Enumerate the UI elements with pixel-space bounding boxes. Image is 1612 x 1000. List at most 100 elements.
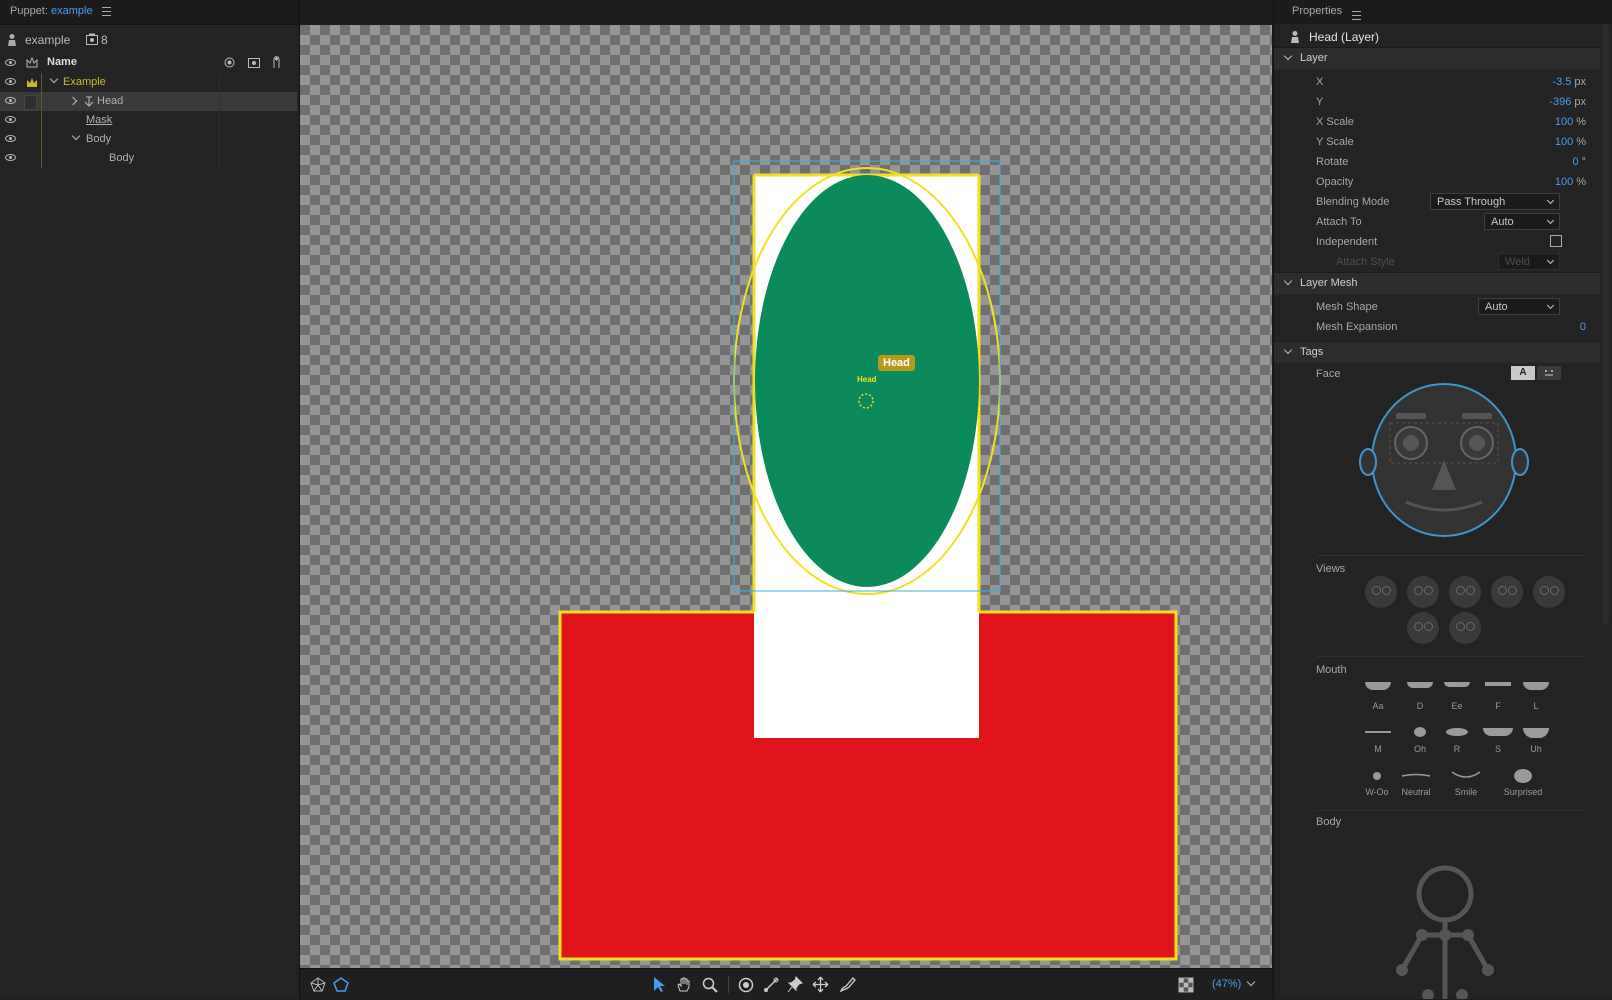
left-eyebrow-tag[interactable] [1396,413,1426,419]
zoom-tool-icon[interactable] [702,977,718,993]
attach-to-select[interactable]: Auto [1484,213,1560,230]
blending-mode-select[interactable]: Pass Through [1430,193,1560,210]
left-elbow-tag[interactable] [1396,964,1408,976]
left-hip-tag[interactable] [1422,989,1434,999]
visibility-eye-icon[interactable] [5,116,16,123]
divider [1316,810,1586,811]
left-shoulder-tag[interactable] [1416,929,1428,941]
dragger-tool-icon[interactable] [812,976,829,993]
face-mini-icon [1545,370,1553,376]
pin-tool-icon[interactable] [787,976,803,993]
properties-menu-icon[interactable] [1352,10,1361,20]
visibility-eye-icon[interactable] [5,135,16,142]
layer-mesh-section-header[interactable]: Layer Mesh [1274,272,1600,294]
view-face-right-profile[interactable] [1533,576,1565,608]
view-face-right-quarter[interactable] [1491,576,1523,608]
origin-handle-tool-icon[interactable] [738,977,754,993]
chevron-down-icon[interactable] [1283,345,1293,355]
y-scale-value[interactable]: 100 [1555,136,1573,148]
mesh-expansion-value[interactable]: 0 [1580,321,1586,333]
layer-row-example[interactable]: Example [0,73,297,92]
mesh-shape-select[interactable]: Auto [1478,298,1560,315]
property-y-value[interactable]: -396 px [1549,96,1586,108]
solo-toggle[interactable] [24,95,37,110]
view-face-left-quarter[interactable] [1407,576,1439,608]
mouth-l-icon[interactable] [1523,682,1549,690]
layer-section-header[interactable]: Layer [1274,47,1600,69]
mesh-view-icon[interactable] [310,977,326,993]
mouth-smile-icon[interactable] [1451,770,1481,780]
mouth-uh-label: Uh [1530,744,1542,754]
outline-view-icon[interactable] [333,977,349,993]
visibility-column-icon[interactable] [5,59,16,66]
view-face-left-profile[interactable] [1365,576,1397,608]
property-rotate-value[interactable]: 0 ° [1572,156,1586,168]
chevron-down-icon[interactable] [71,131,81,141]
transparency-grid-icon[interactable] [1178,977,1194,993]
mouth-d-icon[interactable] [1407,682,1433,688]
select-tool-icon[interactable] [652,976,666,993]
chevron-down-icon[interactable] [1283,51,1293,61]
mouth-m-icon[interactable] [1365,731,1391,733]
mouth-r-icon[interactable] [1446,728,1468,736]
property-x-scale-value[interactable]: 100% [1555,116,1586,128]
layer-row-mask[interactable]: Mask [0,111,297,130]
mouth-surprised-icon[interactable] [1514,769,1532,783]
neck-tag[interactable] [1439,929,1451,941]
scene-canvas[interactable]: Head Head [300,25,1272,968]
stick-tool-icon[interactable] [763,977,779,993]
puppet-title-name[interactable]: example [51,5,93,17]
layer-row-head[interactable]: Head [0,92,297,111]
mouth-neutral-icon[interactable] [1401,772,1431,780]
right-hip-tag[interactable] [1456,989,1468,999]
x-scale-value[interactable]: 100 [1555,116,1573,128]
view-face-downward[interactable] [1449,612,1481,644]
properties-scrollbar[interactable] [1602,24,1610,624]
mouth-f-icon[interactable] [1485,682,1511,686]
head-tag[interactable] [1416,865,1474,923]
face-tag-diagram[interactable] [1354,380,1534,540]
hand-tool-icon[interactable] [676,976,692,993]
right-elbow-tag[interactable] [1482,964,1494,976]
panel-menu-icon[interactable] [101,6,111,16]
right-eyebrow-tag[interactable] [1462,413,1492,419]
handle-paint-tool-icon[interactable] [839,976,856,993]
mouth-w-oo-icon[interactable] [1373,772,1381,780]
layer-row-body[interactable]: Body [0,149,297,168]
property-y-scale-value[interactable]: 100% [1555,136,1586,148]
behavior-column-icon[interactable] [271,55,282,69]
visibility-eye-icon[interactable] [5,97,16,104]
property-opacity-value[interactable]: 100% [1555,176,1586,188]
visibility-eye-icon[interactable] [5,78,16,85]
rotate-value[interactable]: 0 [1572,156,1578,168]
mouth-uh-icon[interactable] [1523,728,1549,738]
layer-row-body-group[interactable]: Body [0,130,297,149]
layer-column-header: Name [0,53,297,73]
origin-column-icon[interactable] [224,57,235,68]
mouth-aa-icon[interactable] [1365,682,1391,690]
face-tag-text-toggle[interactable]: A [1511,366,1535,380]
chevron-down-icon[interactable] [49,74,59,84]
view-face-frontal[interactable] [1449,576,1481,608]
tags-section-header[interactable]: Tags [1274,341,1600,363]
x-value[interactable]: -3.5 [1552,76,1571,88]
body-tag-diagram[interactable] [1374,860,1514,999]
mouth-s-icon[interactable] [1483,728,1513,736]
property-x-value[interactable]: -3.5 px [1552,76,1586,88]
view-face-upward[interactable] [1407,612,1439,644]
independent-checkbox[interactable] [1550,235,1562,247]
face-tag-visual-toggle[interactable] [1537,366,1561,380]
opacity-value[interactable]: 100 [1555,176,1573,188]
zoom-dropdown-chevron-icon[interactable] [1246,977,1256,987]
chevron-right-icon[interactable] [68,96,78,106]
name-column-label[interactable]: Name [47,56,77,68]
mouth-ee-icon[interactable] [1444,682,1470,687]
head-tag-badge[interactable]: Head [878,355,915,371]
chevron-down-icon[interactable] [1283,276,1293,286]
right-shoulder-tag[interactable] [1462,929,1474,941]
y-value[interactable]: -396 [1549,96,1571,108]
recorded-column-icon[interactable] [248,56,260,68]
visibility-eye-icon[interactable] [5,154,16,161]
mouth-oh-icon[interactable] [1414,727,1426,737]
zoom-level[interactable]: (47%) [1212,978,1241,990]
